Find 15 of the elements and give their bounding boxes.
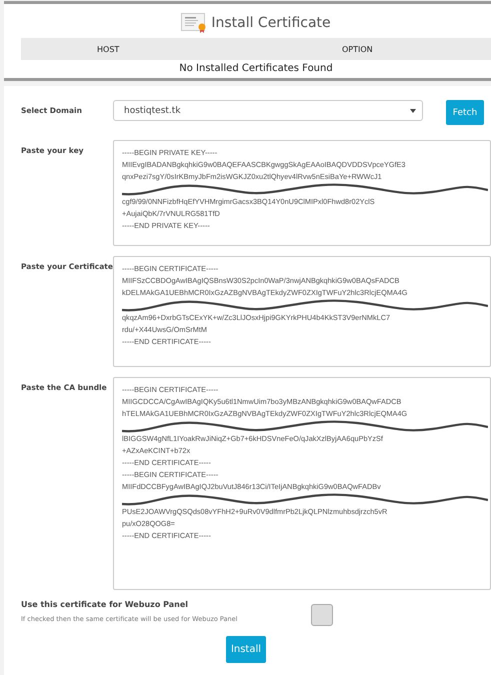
certificate-icon — [181, 13, 208, 33]
text-area[interactable] — [113, 377, 491, 590]
text-area[interactable] — [113, 256, 491, 367]
domain-select[interactable]: hostiqtest.tk — [113, 100, 423, 121]
column-header: OPTION — [342, 44, 373, 54]
install-button[interactable]: Install — [226, 636, 266, 663]
option-label: Use this certificate for Webuzo Panel — [21, 600, 190, 609]
column-header: HOST — [97, 44, 120, 54]
text-area[interactable] — [113, 140, 491, 246]
empty-message: No Installed Certificates Found — [178, 62, 334, 74]
caret-icon — [410, 108, 416, 112]
checkbox[interactable] — [311, 604, 333, 626]
page-title: Install Certificate — [211, 15, 331, 31]
fetch-button[interactable]: Fetch — [446, 100, 484, 125]
select-value: hostiqtest.tk — [124, 106, 181, 116]
